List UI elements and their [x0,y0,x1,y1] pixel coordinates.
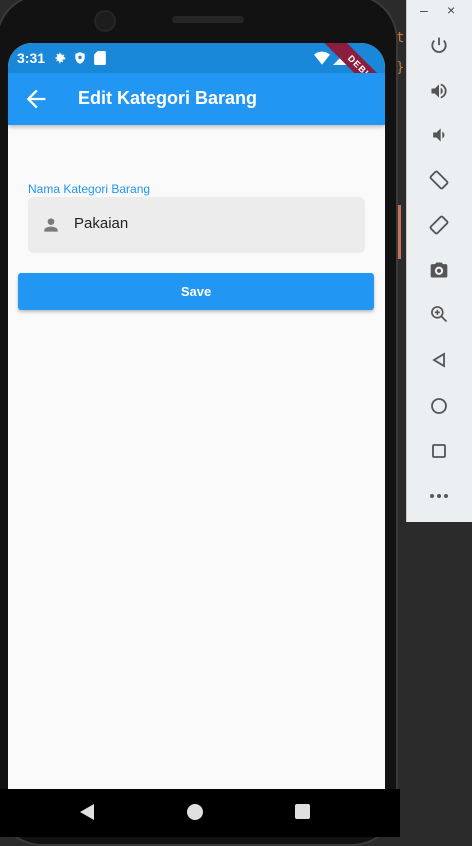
status-time: 3:31 [17,50,46,66]
rotate-right-icon [429,215,449,235]
front-camera [94,10,116,32]
power-button[interactable] [426,33,452,59]
back-triangle-icon [432,352,445,368]
zoom-button[interactable] [426,301,452,327]
close-button[interactable]: × [447,2,455,18]
earpiece-speaker [172,16,244,23]
save-button[interactable]: Save [18,273,374,310]
wifi-icon [314,51,330,70]
status-bar: 3:31 DEBUG [8,43,385,112]
volume-up-button[interactable] [426,78,452,104]
rotate-right-button[interactable] [426,212,452,238]
more-dots-icon [430,494,448,498]
nav-home-button[interactable] [187,804,203,820]
page-title: Edit Kategori Barang [78,88,258,108]
more-button[interactable] [426,483,452,509]
home-circle-icon [431,398,447,414]
volume-down-icon [433,128,445,142]
app-bar: Edit Kategori Barang [8,73,385,125]
screenshot-button[interactable] [426,257,452,283]
minimize-button[interactable]: – [420,2,428,18]
person-icon [41,215,61,235]
triangle-back-icon [80,804,94,820]
shield-icon [73,51,87,70]
rotate-left-icon [429,170,449,190]
overview-button[interactable] [426,438,452,464]
category-name-label: Nama Kategori Barang [28,182,151,196]
settings-icon [53,51,67,70]
home-button[interactable] [426,393,452,419]
power-icon [431,37,447,53]
rotate-left-button[interactable] [426,167,452,193]
nav-back-button[interactable] [80,804,96,825]
volume-down-button[interactable] [426,122,452,148]
sd-card-icon [94,51,106,70]
camera-icon [430,262,448,278]
back-button[interactable] [426,347,452,373]
emulator-toolbar: – × [406,0,472,522]
arrow-back-icon [26,89,46,109]
app-screen: 3:31 DEBUG Edit Kategori Barang Nama Kat… [8,43,385,789]
category-name-field[interactable]: Pakaian [28,197,365,253]
back-button[interactable] [22,85,50,113]
category-name-value[interactable]: Pakaian [74,215,128,232]
volume-up-icon [431,83,447,99]
system-nav-bar [0,789,400,837]
nav-recents-button[interactable] [295,804,310,819]
zoom-in-icon [431,306,448,323]
overview-square-icon [432,444,446,458]
